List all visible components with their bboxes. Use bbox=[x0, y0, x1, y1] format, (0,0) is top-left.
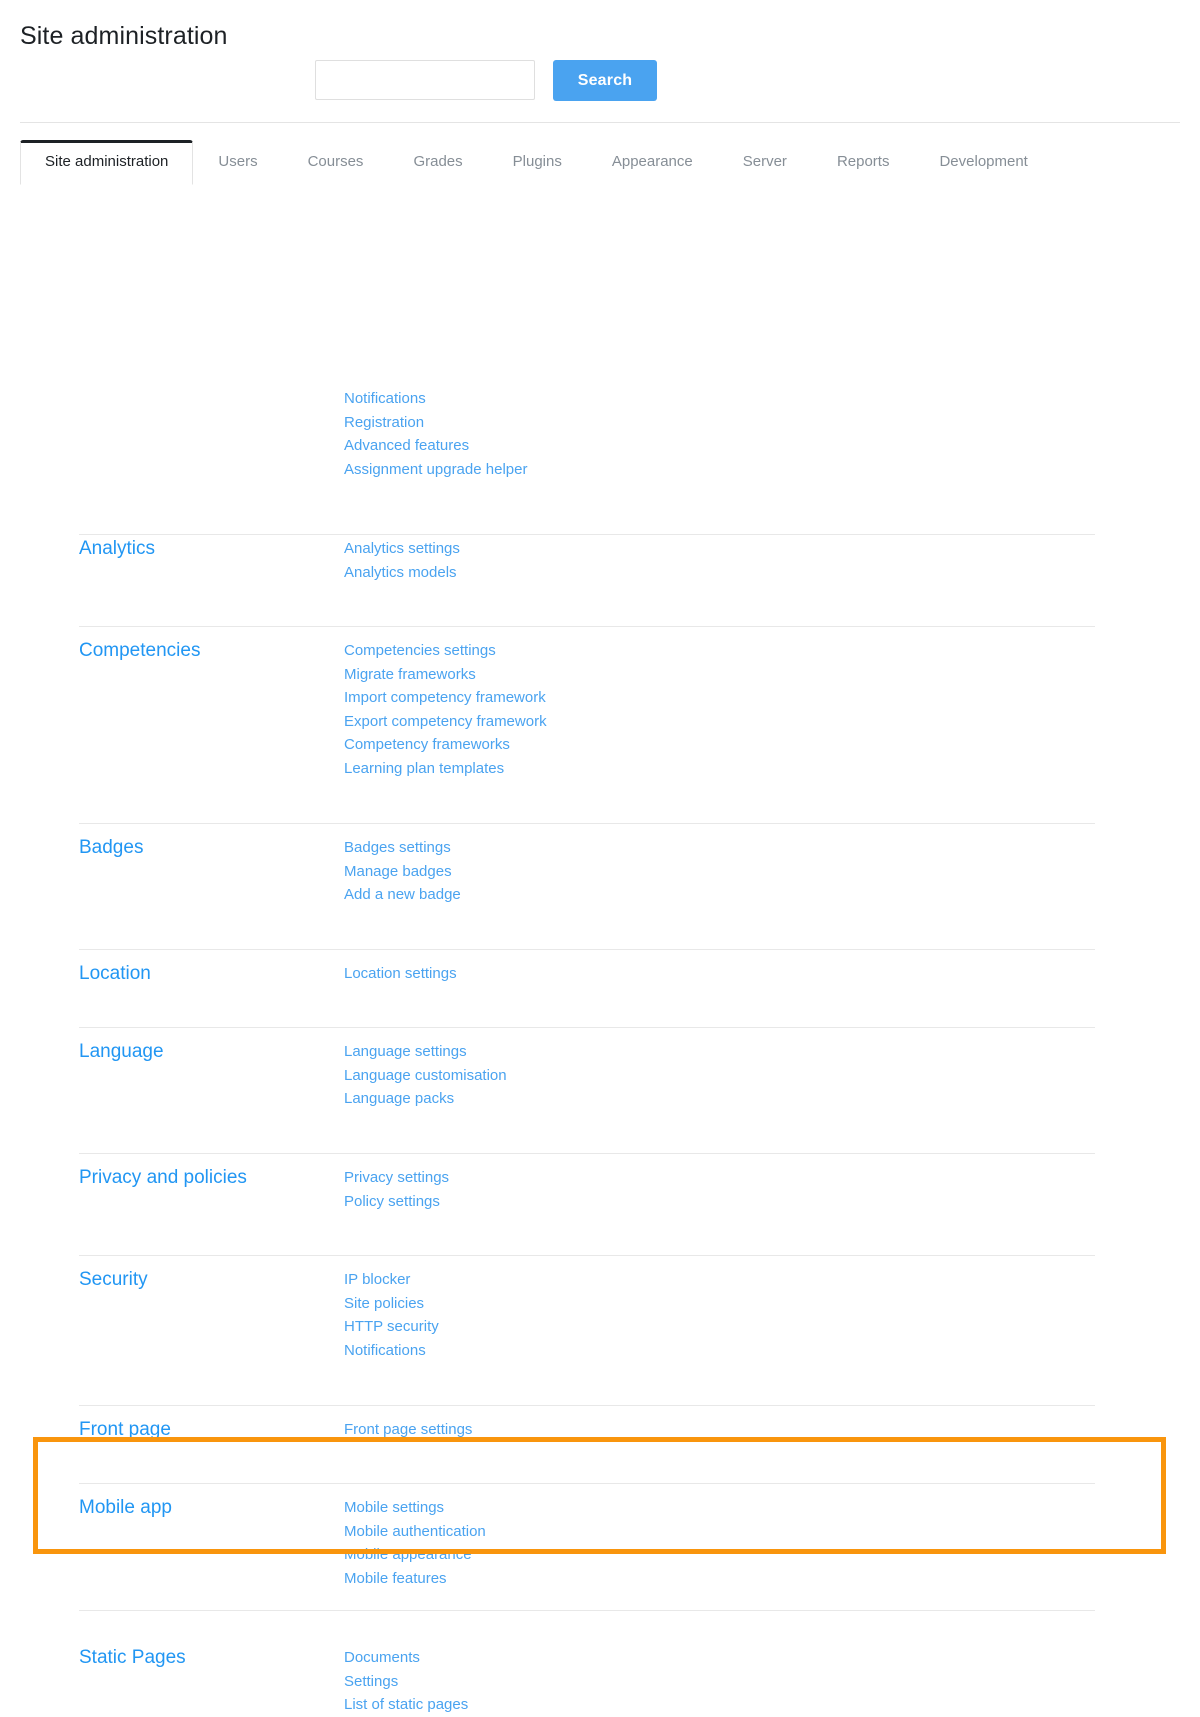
link-front-page-settings[interactable]: Front page settings bbox=[344, 1418, 472, 1442]
section-links-mobile-app: Mobile settings Mobile authentication Mobi… bbox=[344, 1496, 486, 1590]
link-notifications[interactable]: Notifications bbox=[344, 387, 527, 411]
section-title-competencies[interactable]: Competencies bbox=[79, 639, 339, 663]
link-add-a-new-badge[interactable]: Add a new badge bbox=[344, 883, 461, 907]
section-divider bbox=[79, 1405, 1095, 1406]
link-site-policies[interactable]: Site policies bbox=[344, 1292, 439, 1316]
link-badges-settings[interactable]: Badges settings bbox=[344, 836, 461, 860]
link-competencies-settings[interactable]: Competencies settings bbox=[344, 639, 547, 663]
section-divider bbox=[79, 1153, 1095, 1154]
link-competency-frameworks[interactable]: Competency frameworks bbox=[344, 733, 547, 757]
link-settings[interactable]: Settings bbox=[344, 1670, 468, 1694]
link-ip-blocker[interactable]: IP blocker bbox=[344, 1268, 439, 1292]
section-title-badges[interactable]: Badges bbox=[79, 836, 339, 860]
section-title-security[interactable]: Security bbox=[79, 1268, 339, 1292]
section-divider bbox=[79, 534, 1095, 535]
link-http-security[interactable]: HTTP security bbox=[344, 1315, 439, 1339]
section-divider bbox=[79, 1610, 1095, 1611]
section-links-language: Language settings Language customisation L… bbox=[344, 1040, 507, 1111]
section-links-general: Notifications Registration Advanced featur… bbox=[344, 387, 527, 481]
section-links-privacy-and-policies: Privacy settings Policy settings bbox=[344, 1166, 449, 1213]
link-advanced-features[interactable]: Advanced features bbox=[344, 434, 527, 458]
section-heading-wrap: Badges bbox=[79, 836, 339, 860]
section-title-static-pages[interactable]: Static Pages bbox=[79, 1646, 339, 1670]
link-registration[interactable]: Registration bbox=[344, 411, 527, 435]
link-assignment-upgrade-helper[interactable]: Assignment upgrade helper bbox=[344, 458, 527, 482]
section-links-location: Location settings bbox=[344, 962, 457, 986]
tab-development[interactable]: Development bbox=[914, 140, 1052, 185]
section-title-language[interactable]: Language bbox=[79, 1040, 339, 1064]
link-documents[interactable]: Documents bbox=[344, 1646, 468, 1670]
link-import-competency-framework[interactable]: Import competency framework bbox=[344, 686, 547, 710]
admin-tab-bar: Site administration Users Courses Grades Plu… bbox=[0, 122, 1200, 185]
section-heading-wrap: Competencies bbox=[79, 639, 339, 663]
link-location-settings[interactable]: Location settings bbox=[344, 962, 457, 986]
tab-users[interactable]: Users bbox=[193, 140, 282, 185]
tab-courses[interactable]: Courses bbox=[283, 140, 389, 185]
tab-plugins[interactable]: Plugins bbox=[488, 140, 587, 185]
section-title-analytics[interactable]: Analytics bbox=[79, 537, 339, 561]
admin-tabs: Site administration Users Courses Grades Plu… bbox=[20, 140, 1053, 185]
page-header: Site administration Search bbox=[0, 0, 1200, 123]
section-heading-wrap: Static Pages bbox=[79, 1646, 339, 1670]
section-title-front-page[interactable]: Front page bbox=[79, 1418, 339, 1442]
section-heading-wrap: Privacy and policies bbox=[79, 1166, 339, 1190]
section-title-location[interactable]: Location bbox=[79, 962, 339, 986]
section-links-static-pages: Documents Settings List of static pages bbox=[344, 1646, 468, 1717]
section-title-mobile-app[interactable]: Mobile app bbox=[79, 1496, 339, 1520]
link-mobile-authentication[interactable]: Mobile authentication bbox=[344, 1520, 486, 1544]
site-admin-search-form: Search bbox=[315, 60, 657, 101]
section-links-competencies: Competencies settings Migrate frameworks I… bbox=[344, 639, 547, 780]
link-list-of-static-pages[interactable]: List of static pages bbox=[344, 1693, 468, 1717]
section-links-front-page: Front page settings bbox=[344, 1418, 472, 1442]
link-migrate-frameworks[interactable]: Migrate frameworks bbox=[344, 663, 547, 687]
search-input[interactable] bbox=[315, 60, 535, 100]
link-analytics-settings[interactable]: Analytics settings bbox=[344, 537, 460, 561]
link-manage-badges[interactable]: Manage badges bbox=[344, 860, 461, 884]
section-heading-wrap: Mobile app bbox=[79, 1496, 339, 1520]
link-language-packs[interactable]: Language packs bbox=[344, 1087, 507, 1111]
link-analytics-models[interactable]: Analytics models bbox=[344, 561, 460, 585]
tab-server[interactable]: Server bbox=[718, 140, 812, 185]
search-button[interactable]: Search bbox=[553, 60, 657, 101]
tab-appearance[interactable]: Appearance bbox=[587, 140, 718, 185]
link-language-customisation[interactable]: Language customisation bbox=[344, 1064, 507, 1088]
section-divider bbox=[79, 1027, 1095, 1028]
section-links-badges: Badges settings Manage badges Add a new ba… bbox=[344, 836, 461, 907]
link-policy-settings[interactable]: Policy settings bbox=[344, 1190, 449, 1214]
section-divider bbox=[79, 1255, 1095, 1256]
tab-site-administration[interactable]: Site administration bbox=[20, 140, 194, 185]
section-heading-wrap: Analytics bbox=[79, 537, 339, 561]
section-heading-wrap: Security bbox=[79, 1268, 339, 1292]
page-title: Site administration bbox=[20, 22, 228, 50]
section-divider bbox=[79, 1483, 1095, 1484]
section-divider bbox=[79, 626, 1095, 627]
tab-reports[interactable]: Reports bbox=[812, 140, 915, 185]
link-export-competency-framework[interactable]: Export competency framework bbox=[344, 710, 547, 734]
section-links-security: IP blocker Site policies HTTP security Noti… bbox=[344, 1268, 439, 1362]
link-mobile-settings[interactable]: Mobile settings bbox=[344, 1496, 486, 1520]
section-heading-wrap: Front page bbox=[79, 1418, 339, 1442]
section-links-analytics: Analytics settings Analytics models bbox=[344, 537, 460, 584]
section-heading-wrap: Location bbox=[79, 962, 339, 986]
link-mobile-appearance[interactable]: Mobile appearance bbox=[344, 1543, 486, 1567]
link-privacy-settings[interactable]: Privacy settings bbox=[344, 1166, 449, 1190]
link-language-settings[interactable]: Language settings bbox=[344, 1040, 507, 1064]
link-learning-plan-templates[interactable]: Learning plan templates bbox=[344, 757, 547, 781]
tab-grades[interactable]: Grades bbox=[388, 140, 487, 185]
section-heading-wrap: Language bbox=[79, 1040, 339, 1064]
section-divider bbox=[79, 949, 1095, 950]
link-notifications[interactable]: Notifications bbox=[344, 1339, 439, 1363]
section-divider bbox=[79, 823, 1095, 824]
section-title-privacy-and-policies[interactable]: Privacy and policies bbox=[79, 1166, 339, 1190]
link-mobile-features[interactable]: Mobile features bbox=[344, 1567, 486, 1591]
